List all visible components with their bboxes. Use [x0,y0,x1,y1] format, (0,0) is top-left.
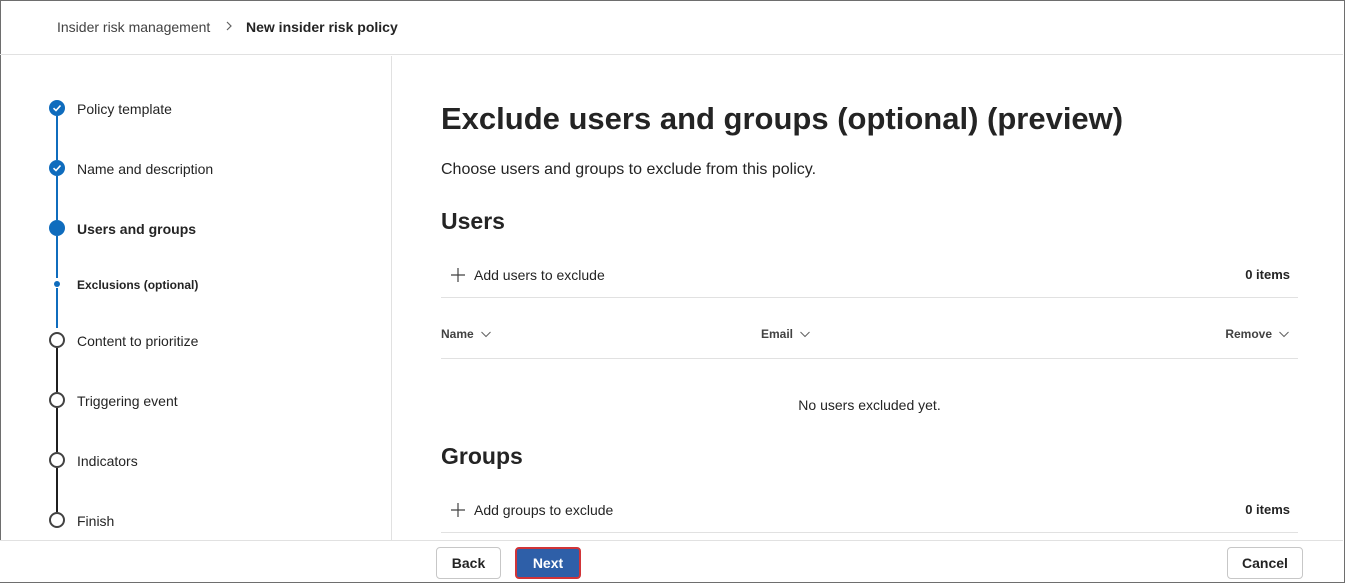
groups-command-bar: Add groups to exclude 0 items [441,489,1298,533]
main-content: Exclude users and groups (optional) (pre… [393,56,1343,540]
add-users-to-exclude-button[interactable]: Add users to exclude [449,264,605,286]
column-header-remove[interactable]: Remove [1225,327,1290,341]
step-users-and-groups[interactable]: Users and groups [0,213,390,243]
next-button[interactable]: Next [515,547,581,579]
step-policy-template[interactable]: Policy template [0,93,390,123]
column-header-label: Remove [1225,327,1272,341]
step-label: Triggering event [77,393,178,409]
step-pending-marker [49,392,65,408]
add-icon [451,503,465,517]
step-current-marker [49,220,65,236]
users-section-heading: Users [441,208,505,234]
add-icon [451,268,465,282]
add-users-label: Add users to exclude [474,267,605,283]
chevron-down-icon [480,331,491,338]
add-groups-to-exclude-button[interactable]: Add groups to exclude [449,499,613,521]
step-indicators[interactable]: Indicators [0,445,390,475]
step-label: Finish [77,513,115,529]
substep-current-marker [54,281,60,287]
wizard-footer: Back Next Cancel [0,540,1343,582]
step-label: Name and description [77,161,214,177]
column-header-name[interactable]: Name [441,327,492,341]
step-label: Users and groups [77,221,197,237]
groups-item-count: 0 items [1245,502,1290,517]
page-description: Choose users and groups to exclude from … [441,161,817,178]
add-groups-label: Add groups to exclude [474,502,614,518]
chevron-down-icon [1279,331,1289,338]
wizard-step-nav: Policy template Name and description Use… [0,56,392,540]
breadcrumb-current: New insider risk policy [246,19,398,35]
step-exclusions-optional[interactable]: Exclusions (optional) [0,269,390,299]
chevron-right-icon [226,21,232,31]
groups-section-heading: Groups [441,443,523,469]
step-content-to-prioritize[interactable]: Content to prioritize [0,325,390,355]
breadcrumb-link-insider-risk-management[interactable]: Insider risk management [57,18,210,36]
step-completed-marker [49,100,65,116]
step-label: Policy template [77,101,172,117]
checkmark-icon [52,164,62,172]
checkmark-icon [52,104,62,112]
step-label: Indicators [77,453,138,469]
step-completed-marker [49,160,65,176]
step-pending-marker [49,512,65,528]
step-pending-marker [49,452,65,468]
column-header-label: Name [441,327,474,341]
step-triggering-event[interactable]: Triggering event [0,385,390,415]
step-name-and-description[interactable]: Name and description [0,153,390,183]
step-label: Exclusions (optional) [77,278,199,292]
users-empty-message: No users excluded yet. [798,397,941,413]
column-header-label: Email [761,327,794,341]
cancel-button[interactable]: Cancel [1227,547,1303,579]
step-pending-marker [49,332,65,348]
page-title: Exclude users and groups (optional) (pre… [441,101,1124,136]
column-header-email[interactable]: Email [761,327,811,341]
chevron-down-icon [800,331,810,338]
step-finish[interactable]: Finish [0,505,390,535]
breadcrumb: Insider risk management New insider risk… [0,0,1343,55]
back-button[interactable]: Back [436,547,501,579]
users-item-count: 0 items [1245,267,1290,282]
users-command-bar: Add users to exclude 0 items [441,254,1298,298]
step-label: Content to prioritize [77,333,199,349]
users-table-header: Name Email Remove [441,299,1298,359]
